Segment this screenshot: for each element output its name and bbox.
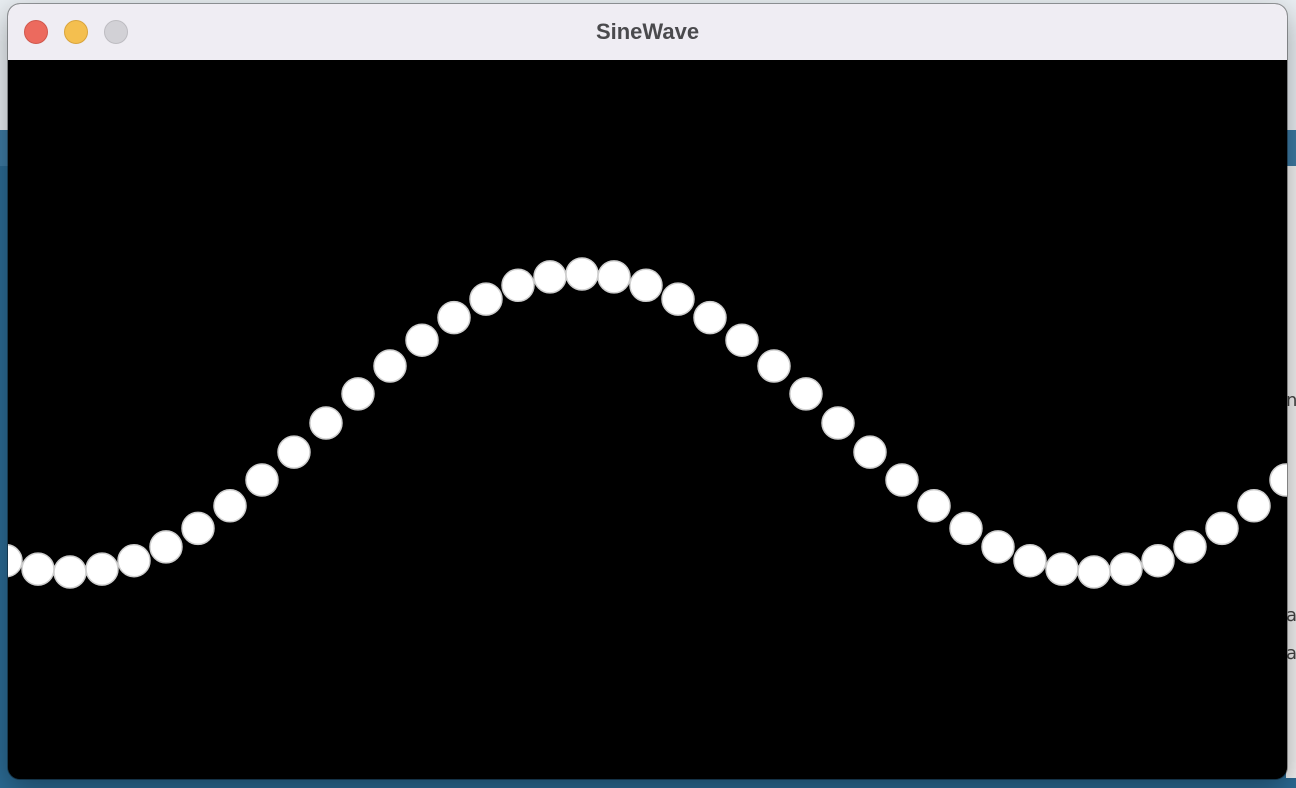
- wave-dot: [405, 323, 439, 357]
- wave-dot: [53, 555, 87, 589]
- wave-dot: [885, 463, 919, 497]
- wave-dot: [277, 435, 311, 469]
- wave-dot: [981, 530, 1015, 564]
- wave-dot: [181, 511, 215, 546]
- wave-dot: [437, 300, 471, 335]
- wave-dot: [117, 543, 151, 578]
- wave-dot: [789, 377, 823, 411]
- wave-dot: [8, 544, 23, 578]
- wave-dot: [629, 268, 663, 303]
- wave-dot: [149, 530, 183, 564]
- wave-dot: [533, 260, 567, 294]
- sinewave-window: SineWave: [8, 4, 1287, 779]
- wave-dot: [725, 323, 759, 357]
- background-text-fragment: a: [1286, 605, 1296, 626]
- window-titlebar[interactable]: SineWave: [8, 4, 1287, 61]
- wave-dot: [821, 406, 855, 440]
- window-title: SineWave: [595, 19, 700, 44]
- wave-dot: [85, 552, 119, 586]
- sine-wave-canvas: [8, 60, 1287, 779]
- wave-dot: [1045, 552, 1079, 586]
- wave-dot: [1205, 511, 1239, 546]
- desktop-background-bottom: [0, 778, 1296, 788]
- wave-dot: [853, 435, 887, 469]
- background-app-edge: [1286, 166, 1296, 778]
- wave-dot: [309, 406, 343, 440]
- wave-dot: [341, 377, 375, 411]
- wave-dot: [949, 511, 983, 546]
- wave-dot: [213, 489, 247, 523]
- wave-dot: [597, 260, 631, 294]
- wave-dot: [1013, 543, 1047, 578]
- sine-wave-drawing: [8, 257, 1287, 589]
- wave-dot: [693, 300, 727, 335]
- wave-dot: [21, 552, 55, 586]
- wave-dot: [501, 268, 535, 303]
- wave-dot: [565, 257, 599, 291]
- wave-dot: [1269, 463, 1287, 497]
- wave-dot: [1237, 489, 1271, 523]
- wave-dot: [661, 282, 695, 316]
- wave-dot: [1173, 530, 1207, 564]
- background-text-fragment: n: [1286, 390, 1296, 411]
- wave-dot: [1109, 552, 1143, 586]
- wave-dot: [757, 349, 791, 383]
- wave-dot: [1141, 543, 1175, 578]
- background-text-fragment: a: [1286, 643, 1296, 664]
- wave-dot: [245, 463, 279, 497]
- wave-dot: [917, 489, 951, 523]
- wave-dot: [1077, 555, 1111, 589]
- wave-dot: [373, 349, 407, 383]
- wave-dot: [469, 282, 503, 316]
